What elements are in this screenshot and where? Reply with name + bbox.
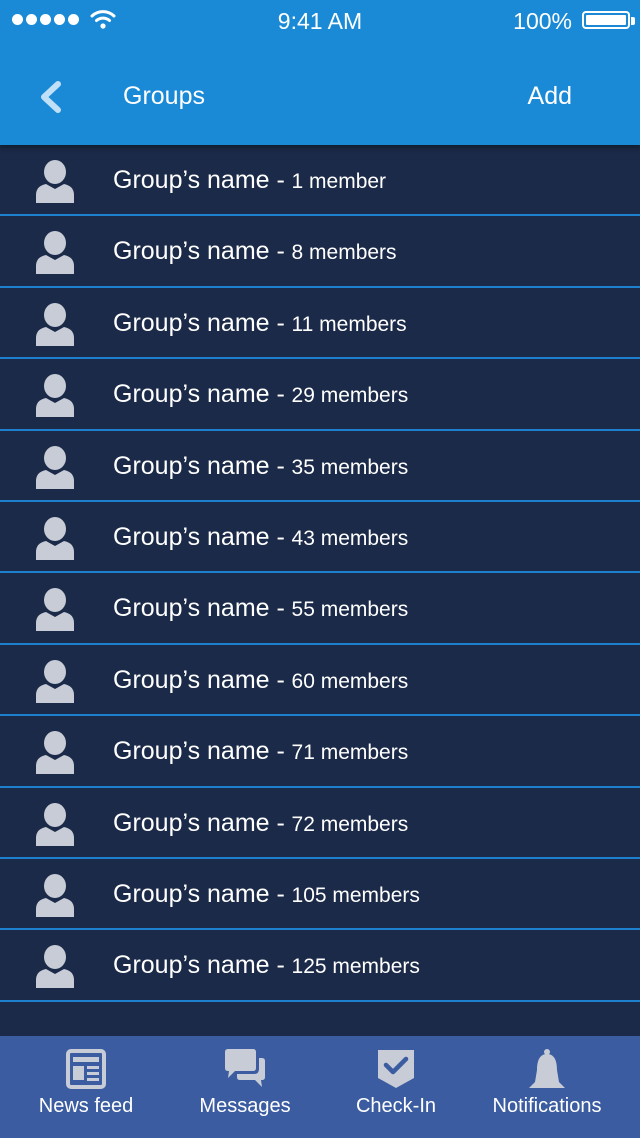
bell-icon — [529, 1049, 565, 1088]
page-title: Groups — [123, 82, 205, 110]
group-row[interactable]: Group’s name - 71 members — [0, 716, 640, 788]
group-row[interactable]: Group’s name - 72 members — [0, 788, 640, 859]
group-row[interactable]: Group’s name - 125 members — [0, 930, 640, 1002]
tab-label: Notifications — [492, 1095, 602, 1117]
group-row[interactable]: Group’s name - 43 members — [0, 502, 640, 574]
group-member-count: 29 members — [291, 384, 409, 408]
group-label: Group’s name - 60 members — [113, 645, 408, 716]
group-name: Group’s name - — [113, 451, 285, 480]
newspaper-icon — [66, 1049, 106, 1089]
group-row[interactable]: Group’s name - 29 members — [0, 359, 640, 431]
group-row[interactable]: Group’s name - 11 members — [0, 288, 640, 360]
group-label: Group’s name - 105 members — [113, 859, 420, 930]
group-label: Group’s name - 1 member — [113, 145, 386, 216]
group-name: Group’s name - — [113, 237, 285, 266]
group-row[interactable]: Group’s name - 60 members — [0, 645, 640, 717]
person-icon — [34, 587, 76, 632]
tab-news-feed[interactable]: News feed — [18, 1036, 154, 1138]
group-member-count: 55 members — [291, 598, 409, 622]
groups-list: Group’s name - 1 member Group’s name - 8 … — [0, 145, 640, 1002]
group-label: Group’s name - 55 members — [113, 573, 408, 644]
person-icon — [34, 516, 76, 560]
tab-label: Messages — [199, 1095, 291, 1117]
group-row[interactable]: Group’s name - 105 members — [0, 859, 640, 931]
group-label: Group’s name - 71 members — [113, 716, 408, 787]
group-name: Group’s name - — [113, 665, 285, 694]
person-icon — [34, 159, 76, 203]
group-label: Group’s name - 72 members — [113, 788, 408, 859]
group-member-count: 8 members — [291, 241, 397, 265]
group-row[interactable]: Group’s name - 8 members — [0, 216, 640, 288]
group-row[interactable]: Group’s name - 1 member — [0, 145, 640, 217]
navigation-bar: Groups Add — [0, 62, 640, 132]
group-name: Group’s name - — [113, 951, 285, 980]
group-row[interactable]: Group’s name - 55 members — [0, 573, 640, 645]
person-icon — [34, 373, 76, 418]
tab-notifications[interactable]: Notifications — [472, 1036, 622, 1138]
tab-messages[interactable]: Messages — [177, 1036, 313, 1138]
group-member-count: 60 members — [291, 669, 409, 693]
tab-label: News feed — [38, 1095, 134, 1117]
group-name: Group’s name - — [113, 166, 285, 194]
group-row[interactable]: Group’s name - 35 members — [0, 431, 640, 502]
group-label: Group’s name - 29 members — [113, 359, 408, 430]
group-name: Group’s name - — [113, 737, 285, 766]
person-icon — [34, 944, 76, 989]
person-icon — [34, 659, 76, 703]
battery-icon — [582, 11, 630, 29]
group-name: Group’s name - — [113, 308, 285, 337]
group-label: Group’s name - 43 members — [113, 502, 408, 573]
tab-label: Check-In — [355, 1095, 437, 1117]
tab-bar: News feed Messages Check-In Notification… — [0, 1036, 640, 1138]
group-member-count: 43 members — [291, 526, 409, 550]
group-member-count: 35 members — [291, 455, 409, 479]
group-member-count: 1 member — [291, 170, 387, 193]
person-icon — [34, 802, 76, 846]
group-name: Group’s name - — [113, 380, 285, 409]
group-member-count: 71 members — [291, 741, 409, 765]
battery-cap — [631, 17, 635, 25]
group-member-count: 72 members — [291, 812, 409, 836]
checkin-badge-icon — [378, 1050, 414, 1088]
person-icon — [34, 230, 76, 275]
group-name: Group’s name - — [113, 808, 285, 837]
person-icon — [34, 445, 76, 489]
group-label: Group’s name - 8 members — [113, 216, 397, 287]
group-member-count: 125 members — [291, 955, 420, 979]
add-button[interactable]: Add — [528, 82, 572, 111]
group-member-count: 105 members — [291, 883, 420, 907]
status-bar: 9:41 AM 100% — [0, 0, 640, 42]
chat-bubbles-icon — [225, 1049, 265, 1087]
group-label: Group’s name - 35 members — [113, 431, 408, 502]
tab-check-in[interactable]: Check-In — [328, 1036, 464, 1138]
person-icon — [34, 873, 76, 917]
back-chevron-icon[interactable] — [34, 80, 68, 114]
group-label: Group’s name - 125 members — [113, 930, 420, 1001]
group-name: Group’s name - — [113, 879, 285, 908]
group-name: Group’s name - — [113, 522, 285, 551]
person-icon — [34, 302, 76, 346]
app-header: 9:41 AM 100% Groups Add — [0, 0, 640, 145]
group-label: Group’s name - 11 members — [113, 288, 407, 359]
battery-percentage: 100% — [513, 8, 572, 34]
person-icon — [34, 730, 76, 775]
group-name: Group’s name - — [113, 594, 285, 623]
group-member-count: 11 members — [291, 312, 407, 336]
